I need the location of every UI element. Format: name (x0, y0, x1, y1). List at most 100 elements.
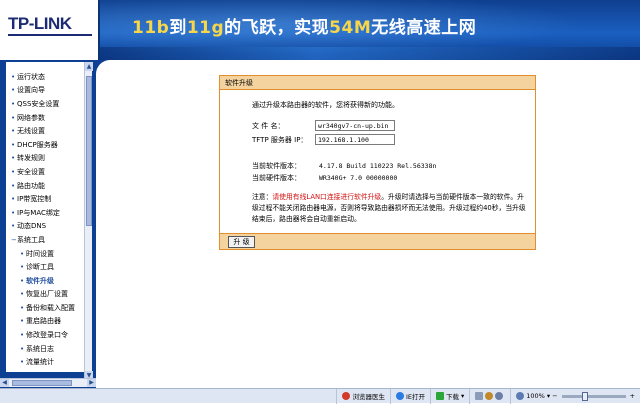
sidebar-list: • 运行状态 • 设置向导 • QSS安全设置 • 网络参数 • 无线设置 • DHCP服务器 • 转发规… (6, 62, 90, 369)
sidebar-item-label: 时间设置 (26, 249, 54, 258)
upgrade-button[interactable]: 升 级 (228, 236, 255, 248)
sidebar-item-label: 网络参数 (17, 113, 45, 122)
logo-box: TP-LINK (0, 0, 100, 60)
banner-slogan: 11b到11g的飞跃，实现54M无线高速上网 (132, 13, 476, 38)
scroll-right-icon[interactable]: ▶ (87, 379, 96, 387)
sidebar-item[interactable]: • 备份和载入配置 (6, 301, 90, 315)
sidebar-item-label: 安全设置 (17, 167, 45, 176)
sidebar-item[interactable]: • 路由功能 (6, 179, 90, 193)
zoom-control[interactable]: 100% ▾ − + (510, 388, 640, 404)
sidebar-item[interactable]: • 修改登录口令 (6, 328, 90, 342)
sidebar-item-label: 无线设置 (17, 127, 45, 136)
sidebar-item[interactable]: • DHCP服务器 (6, 138, 90, 152)
sidebar-item[interactable]: • 运行状态 (6, 70, 90, 84)
grid-icon (475, 392, 484, 400)
ie-open-button[interactable]: IE打开 (389, 388, 430, 404)
sidebar-item[interactable]: • 动态DNS (6, 220, 90, 234)
sidebar-item-label: 动态DNS (17, 222, 47, 231)
sidebar-item[interactable]: • 安全设置 (6, 165, 90, 179)
slogan-part: 到 (169, 18, 187, 38)
note-prefix: 注意： (252, 193, 273, 201)
panel-body: 通过升级本路由器的软件，您将获得新的功能。 文 件 名： TFTP 服务器 IP… (220, 90, 535, 235)
sidebar-item[interactable]: • 重启路由器 (6, 315, 90, 329)
filename-input[interactable] (315, 120, 395, 131)
sidebar-item-label: 转发规则 (17, 154, 45, 163)
intro-text: 通过升级本路由器的软件，您将获得新的功能。 (252, 101, 399, 109)
filename-label: 文 件 名： (252, 121, 285, 130)
sidebar-item-label: 系统工具 (17, 235, 45, 244)
sidebar-item-label: QSS安全设置 (17, 99, 60, 108)
sidebar-hscrollbar[interactable]: ◀ ▶ (0, 378, 96, 387)
sidebar-item-label: 运行状态 (17, 72, 45, 81)
zoom-out-icon[interactable]: − (552, 392, 557, 400)
sidebar-item-label: 系统日志 (26, 344, 54, 353)
sidebar-item[interactable]: • IP与MAC绑定 (6, 206, 90, 220)
zoom-slider-knob[interactable] (581, 391, 588, 401)
sound-icon[interactable] (495, 392, 504, 400)
sidebar-item[interactable]: • 恢复出厂设置 (6, 288, 90, 302)
sidebar-item-label: 软件升级 (26, 276, 54, 285)
sw-version-label: 当前软件版本： (252, 162, 301, 170)
tplink-logo: TP-LINK (8, 14, 72, 33)
header-banner: TP-LINK 11b到11g的飞跃，实现54M无线高速上网 (0, 0, 640, 60)
browser-doctor-icon (342, 392, 351, 400)
sidebar-item-label: 路由功能 (17, 181, 45, 190)
sidebar-item[interactable]: − 系统工具 (6, 233, 90, 247)
sidebar-item[interactable]: • QSS安全设置 (6, 97, 90, 111)
hw-version-row: 当前硬件版本： WR340G+ 7.0 00000000 (252, 173, 397, 183)
scroll-up-icon[interactable]: ▲ (85, 62, 93, 71)
slogan-part: 11g (186, 18, 225, 38)
upgrade-panel: 软件升级 通过升级本路由器的软件，您将获得新的功能。 文 件 名： TFTP 服… (219, 75, 536, 250)
logo-underline (8, 34, 92, 36)
banner-swoosh (100, 47, 640, 60)
sidebar-scrollbar[interactable]: ▲ ▼ (84, 62, 93, 380)
hscroll-thumb[interactable] (12, 380, 72, 386)
ie-icon (395, 392, 404, 400)
sidebar-item[interactable]: • 系统日志 (6, 342, 90, 356)
sidebar-item-label: 流量统计 (26, 358, 54, 367)
sw-version-row: 当前软件版本： 4.17.8 Build 110223 Rel.56338n (252, 161, 436, 171)
hw-version-label: 当前硬件版本： (252, 174, 301, 182)
sidebar-item-label: 设置向导 (17, 86, 45, 95)
note-warning: 请使用有线LAN口连接进行软件升级 (272, 193, 382, 201)
download-icon (435, 392, 444, 400)
panel-footer: 升 级 (220, 233, 535, 249)
slogan-part: 11b (132, 18, 170, 38)
sidebar-item[interactable]: • 时间设置 (6, 247, 90, 261)
filename-row: 文 件 名： (252, 120, 395, 131)
upgrade-note: 注意：请使用有线LAN口连接进行软件升级。升级时请选择与当前硬件版本一致的软件。… (252, 192, 528, 225)
zoom-slider[interactable] (561, 391, 626, 401)
browser-statusbar: 浏览器医生 IE打开 下载 ▾ 100% ▾ − + (0, 388, 640, 404)
sidebar-item[interactable]: • 转发规则 (6, 152, 90, 166)
slogan-part: 54M (329, 18, 372, 38)
sidebar-item[interactable]: • 流量统计 (6, 355, 90, 369)
sidebar-item-label: 修改登录口令 (26, 331, 68, 340)
sidebar-menu: • 运行状态 • 设置向导 • QSS安全设置 • 网络参数 • 无线设置 • DHCP服务器 • 转发规… (6, 62, 90, 372)
browser-doctor-button[interactable]: 浏览器医生 (336, 388, 390, 404)
sidebar-item[interactable]: • 设置向导 (6, 84, 90, 98)
scroll-left-icon[interactable]: ◀ (0, 379, 9, 387)
sidebar-item-label: 诊断工具 (26, 263, 54, 272)
tftp-ip-input[interactable] (315, 134, 395, 145)
zoom-in-icon[interactable]: + (630, 392, 635, 400)
slogan-part: 无线高速上网 (371, 18, 477, 38)
sidebar-item[interactable]: • 诊断工具 (6, 260, 90, 274)
browser-doctor-label: 浏览器医生 (352, 393, 385, 401)
sidebar-item-label: 重启路由器 (26, 317, 61, 326)
sidebar-item[interactable]: • 软件升级 (6, 274, 90, 288)
sidebar-item[interactable]: • 网络参数 (6, 111, 90, 125)
zoom-dropdown-icon[interactable]: ▾ (547, 392, 550, 400)
sidebar-item[interactable]: • IP带宽控制 (6, 192, 90, 206)
sidebar-item[interactable]: • 无线设置 (6, 124, 90, 138)
security-icon[interactable] (485, 392, 494, 400)
sidebar-item-label: IP与MAC绑定 (17, 208, 60, 217)
scroll-thumb[interactable] (86, 76, 92, 226)
zoom-icon (516, 392, 525, 400)
sidebar-item-label: DHCP服务器 (17, 140, 58, 149)
download-dropdown-icon[interactable]: ▾ (461, 392, 464, 400)
tools-button[interactable] (469, 388, 510, 404)
download-button[interactable]: 下载 ▾ (429, 388, 469, 404)
ie-open-label: IE打开 (405, 393, 425, 401)
sidebar-item-label: 恢复出厂设置 (26, 290, 68, 299)
panel-title: 软件升级 (220, 76, 535, 90)
